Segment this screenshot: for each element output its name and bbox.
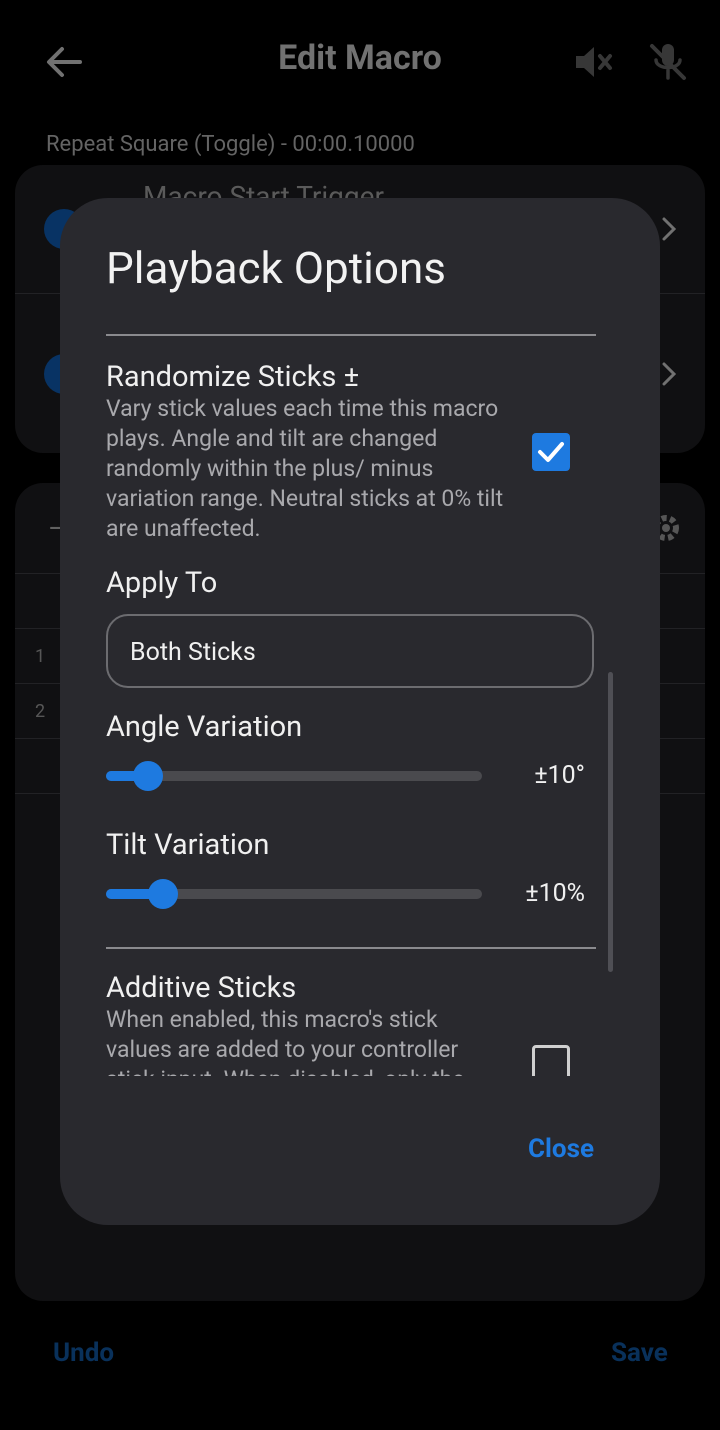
tilt-variation-thumb[interactable] [148,879,178,909]
apply-to-select[interactable]: Both Sticks [106,614,594,688]
screen: Edit Macro Repeat Square (Toggle) - 00:0… [0,0,720,1430]
tilt-variation-slider[interactable] [106,879,482,909]
randomize-sticks-checkbox[interactable] [532,433,570,471]
divider [106,334,596,336]
tilt-variation-value: ±10% [525,879,585,908]
angle-variation-thumb[interactable] [133,761,163,791]
additive-sticks-checkbox[interactable] [532,1045,570,1076]
tilt-variation-label: Tilt Variation [106,828,270,862]
playback-options-dialog: Playback Options Randomize Sticks ± Vary… [60,198,660,1225]
randomize-sticks-title: Randomize Sticks ± [106,360,360,394]
additive-sticks-title: Additive Sticks [106,971,297,1005]
randomize-sticks-description: Vary stick values each time this macro p… [106,395,504,542]
close-button[interactable]: Close [528,1134,594,1164]
angle-variation-value: ±10° [534,761,585,790]
dialog-scrollbar[interactable] [608,672,613,972]
divider [106,947,596,949]
check-icon [538,442,564,462]
dialog-content: Randomize Sticks ± Vary stick values eac… [60,308,660,1076]
apply-to-value: Both Sticks [130,638,256,667]
additive-sticks-description: When enabled, this macro's stick values … [106,1006,465,1076]
dialog-title: Playback Options [106,242,446,294]
angle-variation-slider[interactable] [106,761,482,791]
apply-to-label: Apply To [106,566,218,600]
angle-variation-label: Angle Variation [106,710,303,744]
